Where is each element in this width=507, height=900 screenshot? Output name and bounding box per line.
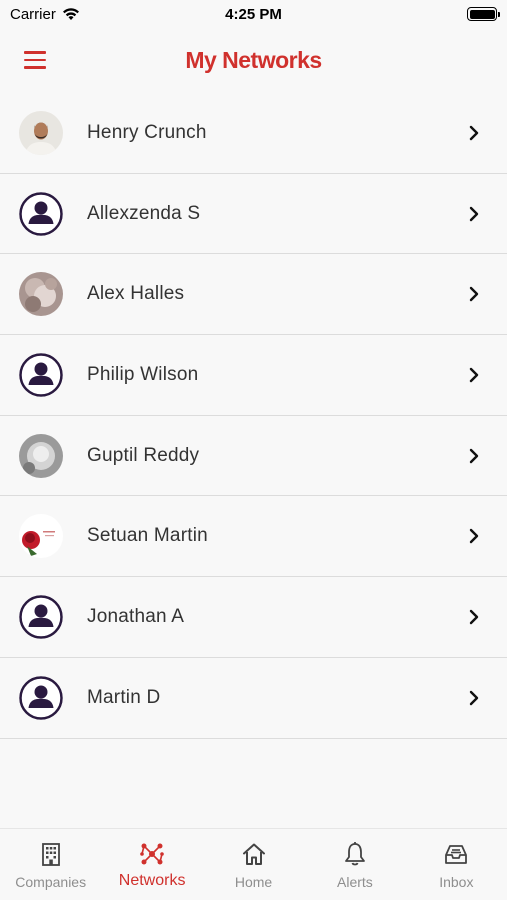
tab-alerts[interactable]: Alerts xyxy=(304,829,405,900)
contact-name: Setuan Martin xyxy=(87,525,208,547)
status-bar: Carrier 4:25 PM xyxy=(0,0,507,28)
chevron-right-icon xyxy=(467,608,481,626)
chevron-right-icon xyxy=(467,285,481,303)
bell-icon xyxy=(342,841,368,872)
battery-icon xyxy=(467,7,500,21)
inbox-icon xyxy=(443,841,469,872)
tab-label: Home xyxy=(234,874,273,890)
contact-row[interactable]: Henry Crunch xyxy=(0,93,507,174)
tab-label: Inbox xyxy=(439,874,474,890)
chevron-right-icon xyxy=(467,527,481,545)
carrier-label: Carrier xyxy=(10,5,56,23)
contact-row[interactable]: Alex Halles xyxy=(0,254,507,336)
avatar xyxy=(19,110,63,155)
contact-name: Martin D xyxy=(87,686,161,708)
contact-row[interactable]: Allexzenda S xyxy=(0,173,507,255)
contact-row[interactable]: Martin D xyxy=(0,657,507,739)
tab-networks[interactable]: Networks xyxy=(101,829,202,900)
chevron-right-icon xyxy=(467,205,481,223)
chevron-right-icon xyxy=(467,124,481,142)
nav-bar: My Networks xyxy=(0,28,507,92)
avatar xyxy=(19,514,63,559)
contact-row[interactable]: Philip Wilson xyxy=(0,335,507,416)
contact-row[interactable]: Setuan Martin xyxy=(0,496,507,578)
page-title: My Networks xyxy=(185,46,322,73)
contact-name: Alex Halles xyxy=(87,283,185,305)
chevron-right-icon xyxy=(467,366,481,384)
tab-bar: Companies Networks Home Alerts Inbox xyxy=(0,828,507,900)
contact-name: Philip Wilson xyxy=(87,363,199,385)
tab-label: Companies xyxy=(15,874,87,890)
tab-inbox[interactable]: Inbox xyxy=(406,829,507,900)
building-icon xyxy=(38,841,64,872)
tab-home[interactable]: Home xyxy=(203,829,304,900)
user-icon xyxy=(19,595,63,639)
contact-name: Henry Crunch xyxy=(87,121,207,143)
home-icon xyxy=(241,841,267,872)
avatar xyxy=(19,433,63,478)
user-icon xyxy=(19,353,63,397)
network-icon xyxy=(139,841,165,872)
avatar xyxy=(19,272,63,317)
contact-name: Jonathan A xyxy=(87,605,185,627)
chevron-right-icon xyxy=(467,689,481,707)
tab-companies[interactable]: Companies xyxy=(0,829,101,900)
contact-row[interactable]: Jonathan A xyxy=(0,577,507,658)
menu-line xyxy=(24,51,46,54)
tab-label: Alerts xyxy=(337,874,373,890)
status-left: Carrier xyxy=(10,6,80,23)
chevron-right-icon xyxy=(467,447,481,465)
contact-name: Allexzenda S xyxy=(87,202,201,224)
tab-label: Networks xyxy=(118,872,186,889)
menu-line xyxy=(24,66,46,69)
hamburger-menu-button[interactable] xyxy=(18,48,52,72)
contact-row[interactable]: Guptil Reddy xyxy=(0,415,507,497)
menu-line xyxy=(24,58,46,62)
user-icon xyxy=(19,675,63,720)
network-list: Henry Crunch Allexzenda S Alex Halles Ph… xyxy=(0,93,507,739)
wifi-icon xyxy=(62,8,79,20)
contact-name: Guptil Reddy xyxy=(87,444,200,466)
user-icon xyxy=(19,191,63,236)
